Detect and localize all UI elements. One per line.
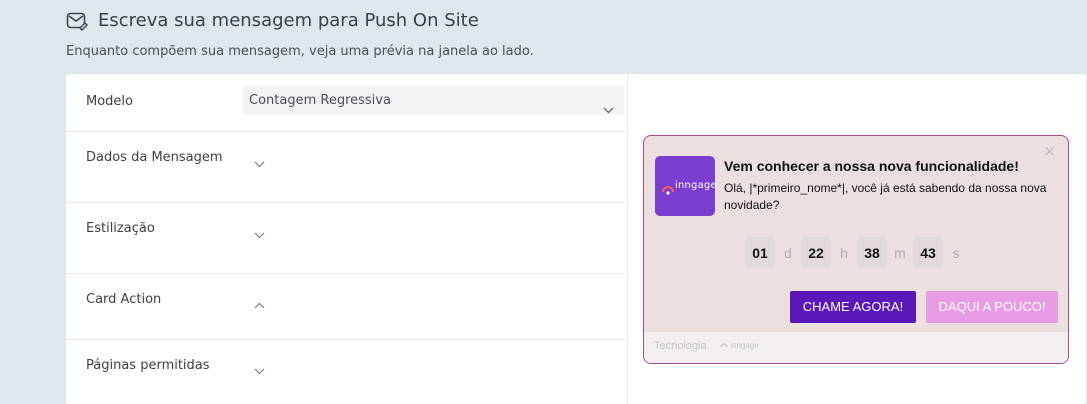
modelo-select[interactable]: Contagem Regressiva (243, 86, 624, 115)
page-header: Escreva sua mensagem para Push On Site (66, 10, 479, 31)
countdown-hours: 22 (801, 237, 831, 268)
brand-logo: inngage (655, 156, 717, 216)
section-paginas-permitidas[interactable]: Páginas permitidas (66, 340, 627, 404)
chevron-down-icon (603, 96, 614, 125)
footer-brand-logo: inngage (720, 341, 759, 350)
footer-brand-text: inngage (730, 341, 759, 350)
modelo-select-value: Contagem Regressiva (249, 93, 391, 108)
logo-text: inngage (675, 180, 717, 191)
chame-agora-button[interactable]: CHAME AGORA! (790, 291, 916, 323)
page-subtitle: Enquanto compõem sua mensagem, veja uma … (66, 44, 534, 59)
countdown-days: 01 (745, 237, 775, 268)
section-estilizacao[interactable]: Estilização (66, 203, 627, 274)
chevron-down-icon[interactable] (254, 224, 265, 243)
chevron-up-icon[interactable] (254, 294, 265, 313)
push-preview-card: × inngage Vem conhecer a nossa nova func… (643, 135, 1069, 364)
section-label: Dados da Mensagem (86, 150, 223, 165)
modelo-label: Modelo (86, 94, 133, 109)
section-card-action[interactable]: Card Action (66, 274, 627, 340)
countdown-minutes-unit: m (894, 244, 906, 261)
preview-body: Olá, |*primeiro_nome*|, você já está sab… (724, 181, 1047, 212)
footer-text: Tecnologia (654, 340, 707, 352)
form-column: Modelo Contagem Regressiva Dados da Mens… (66, 74, 627, 404)
countdown-days-unit: d (784, 244, 792, 261)
close-icon[interactable]: × (1043, 142, 1056, 160)
section-dados-mensagem[interactable]: Dados da Mensagem (66, 132, 627, 203)
section-label: Estilização (86, 221, 155, 236)
preview-footer: Tecnologia inngage (644, 332, 1068, 363)
column-divider (627, 74, 628, 404)
modelo-row: Modelo Contagem Regressiva (66, 74, 627, 132)
daqui-a-pouco-button[interactable]: DAQUI A POUCO! (926, 291, 1058, 323)
preview-title: Vem conhecer a nossa nova funcionalidade… (724, 158, 1019, 174)
countdown-seconds-unit: s (952, 244, 960, 261)
countdown-seconds: 43 (913, 237, 943, 268)
chevron-down-icon[interactable] (254, 153, 265, 172)
logo-mark-icon (662, 181, 674, 200)
message-edit-icon (66, 11, 88, 31)
countdown-minutes: 38 (857, 237, 887, 268)
chevron-down-icon[interactable] (254, 360, 265, 379)
page-title: Escreva sua mensagem para Push On Site (98, 10, 479, 31)
section-label: Páginas permitidas (86, 358, 210, 373)
countdown-hours-unit: h (840, 244, 848, 261)
countdown-timer: 01 d 22 h 38 m 43 s (745, 237, 969, 268)
section-label: Card Action (86, 292, 162, 307)
